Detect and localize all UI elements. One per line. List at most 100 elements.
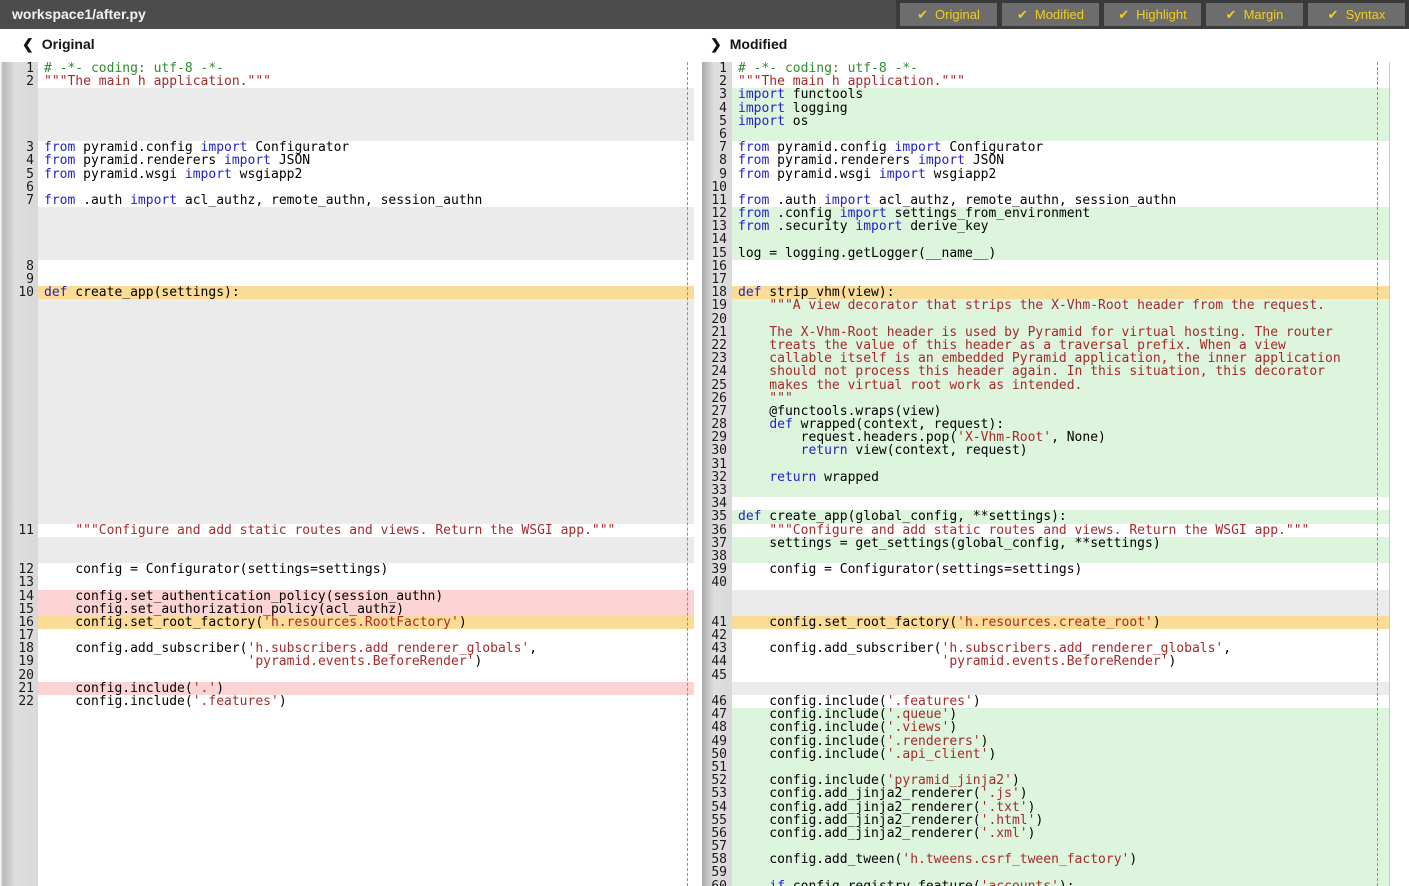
line-number	[0, 444, 38, 457]
code-line: from .auth import acl_authz, remote_auth…	[38, 194, 694, 207]
code-row: 5import os	[702, 115, 1389, 128]
line-number: 14	[702, 233, 732, 246]
line-number: 1	[702, 62, 732, 75]
code-line	[38, 484, 694, 497]
code-row: 48 config.include('.views')	[702, 721, 1389, 734]
code-row	[0, 761, 694, 774]
code-row	[0, 735, 694, 748]
line-number: 10	[702, 181, 732, 194]
code-row: 15 config.set_authorization_policy(acl_a…	[0, 603, 694, 616]
code-row: 35def create_app(global_config, **settin…	[702, 510, 1389, 523]
line-number: 4	[0, 154, 38, 167]
code-line: def create_app(global_config, **settings…	[732, 510, 1389, 523]
toggle-highlight-button[interactable]: ✔Highlight	[1104, 3, 1201, 26]
toggle-button-label: Syntax	[1346, 7, 1386, 22]
code-row: 22 config.include('.features')	[0, 695, 694, 708]
code-line: """The main h application."""	[38, 75, 694, 88]
chevron-right-icon: ❯	[710, 36, 722, 52]
code-line	[38, 379, 694, 392]
code-line: """The main h application."""	[732, 75, 1389, 88]
code-line	[38, 840, 694, 853]
code-row	[0, 326, 694, 339]
code-line: config.include('.views')	[732, 721, 1389, 734]
code-row: 12from .config import settings_from_envi…	[702, 207, 1389, 220]
code-row: 36 """Configure and add static routes an…	[702, 524, 1389, 537]
code-row	[0, 365, 694, 378]
line-number	[0, 458, 38, 471]
line-number: 25	[702, 379, 732, 392]
toggle-modified-button[interactable]: ✔Modified	[1002, 3, 1099, 26]
diff-body: 1# -*- coding: utf-8 -*-2"""The main h a…	[0, 62, 1409, 886]
code-row	[0, 352, 694, 365]
code-line	[38, 669, 694, 682]
code-line: from pyramid.config import Configurator	[38, 141, 694, 154]
window-title: workspace1/after.py	[0, 0, 146, 29]
code-row	[0, 708, 694, 721]
code-line: config.include('.features')	[38, 695, 694, 708]
code-line	[732, 669, 1389, 682]
code-row: 47 config.include('.queue')	[702, 708, 1389, 721]
line-number: 60	[702, 880, 732, 886]
code-row	[702, 682, 1389, 695]
line-number: 53	[702, 787, 732, 800]
pane-headers: ❮Original ❯Modified	[0, 29, 1409, 62]
code-line	[38, 339, 694, 352]
code-row: 23 callable itself is an embedded Pyrami…	[702, 352, 1389, 365]
line-number	[0, 418, 38, 431]
code-line: config = Configurator(settings=settings)	[38, 563, 694, 576]
code-row	[0, 801, 694, 814]
code-line	[732, 273, 1389, 286]
modified-pane[interactable]: 1# -*- coding: utf-8 -*-2"""The main h a…	[702, 62, 1390, 886]
code-row	[0, 207, 694, 220]
toggle-syntax-button[interactable]: ✔Syntax	[1308, 3, 1405, 26]
code-line	[38, 88, 694, 101]
line-number	[0, 115, 38, 128]
code-row: 14	[702, 233, 1389, 246]
code-row: 14 config.set_authentication_policy(sess…	[0, 590, 694, 603]
code-row: 1# -*- coding: utf-8 -*-	[702, 62, 1389, 75]
code-row: 38	[702, 550, 1389, 563]
code-row	[0, 220, 694, 233]
code-line	[38, 576, 694, 589]
code-line: config.add_jinja2_renderer('.txt')	[732, 801, 1389, 814]
code-line	[732, 840, 1389, 853]
margin-guide-line	[1377, 62, 1378, 886]
code-row: 34	[702, 497, 1389, 510]
code-line: from pyramid.renderers import JSON	[38, 154, 694, 167]
code-row: 3import functools	[702, 88, 1389, 101]
line-number: 26	[702, 392, 732, 405]
code-row: 4from pyramid.renderers import JSON	[0, 154, 694, 167]
code-line: return wrapped	[732, 471, 1389, 484]
toggle-margin-button[interactable]: ✔Margin	[1206, 3, 1303, 26]
line-number: 50	[702, 748, 732, 761]
code-row: 18 config.add_subscriber('h.subscribers.…	[0, 642, 694, 655]
line-number: 20	[0, 669, 38, 682]
code-line	[732, 458, 1389, 471]
code-line: The X-Vhm-Root header is used by Pyramid…	[732, 326, 1389, 339]
code-line: from pyramid.renderers import JSON	[732, 154, 1389, 167]
line-number	[0, 484, 38, 497]
code-row	[0, 550, 694, 563]
code-row: 3from pyramid.config import Configurator	[0, 141, 694, 154]
code-row: 29 request.headers.pop('X-Vhm-Root', Non…	[702, 431, 1389, 444]
code-row: 59	[702, 866, 1389, 879]
code-row: 5from pyramid.wsgi import wsgiapp2	[0, 168, 694, 181]
code-line: config.set_authentication_policy(session…	[38, 590, 694, 603]
toggle-original-button[interactable]: ✔Original	[900, 3, 997, 26]
code-row: 55 config.add_jinja2_renderer('.html')	[702, 814, 1389, 827]
line-number	[0, 326, 38, 339]
original-pane[interactable]: 1# -*- coding: utf-8 -*-2"""The main h a…	[0, 62, 694, 886]
line-number: 9	[702, 168, 732, 181]
code-line: """A view decorator that strips the X-Vh…	[732, 299, 1389, 312]
line-number	[0, 774, 38, 787]
line-number: 6	[0, 181, 38, 194]
line-number	[0, 431, 38, 444]
code-line	[732, 313, 1389, 326]
line-number: 8	[702, 154, 732, 167]
code-line: config.add_subscriber('h.subscribers.add…	[732, 642, 1389, 655]
code-row: 7from pyramid.config import Configurator	[702, 141, 1389, 154]
code-row: 50 config.include('.api_client')	[702, 748, 1389, 761]
line-number	[702, 603, 732, 616]
line-number	[0, 827, 38, 840]
toggle-button-label: Highlight	[1136, 7, 1187, 22]
